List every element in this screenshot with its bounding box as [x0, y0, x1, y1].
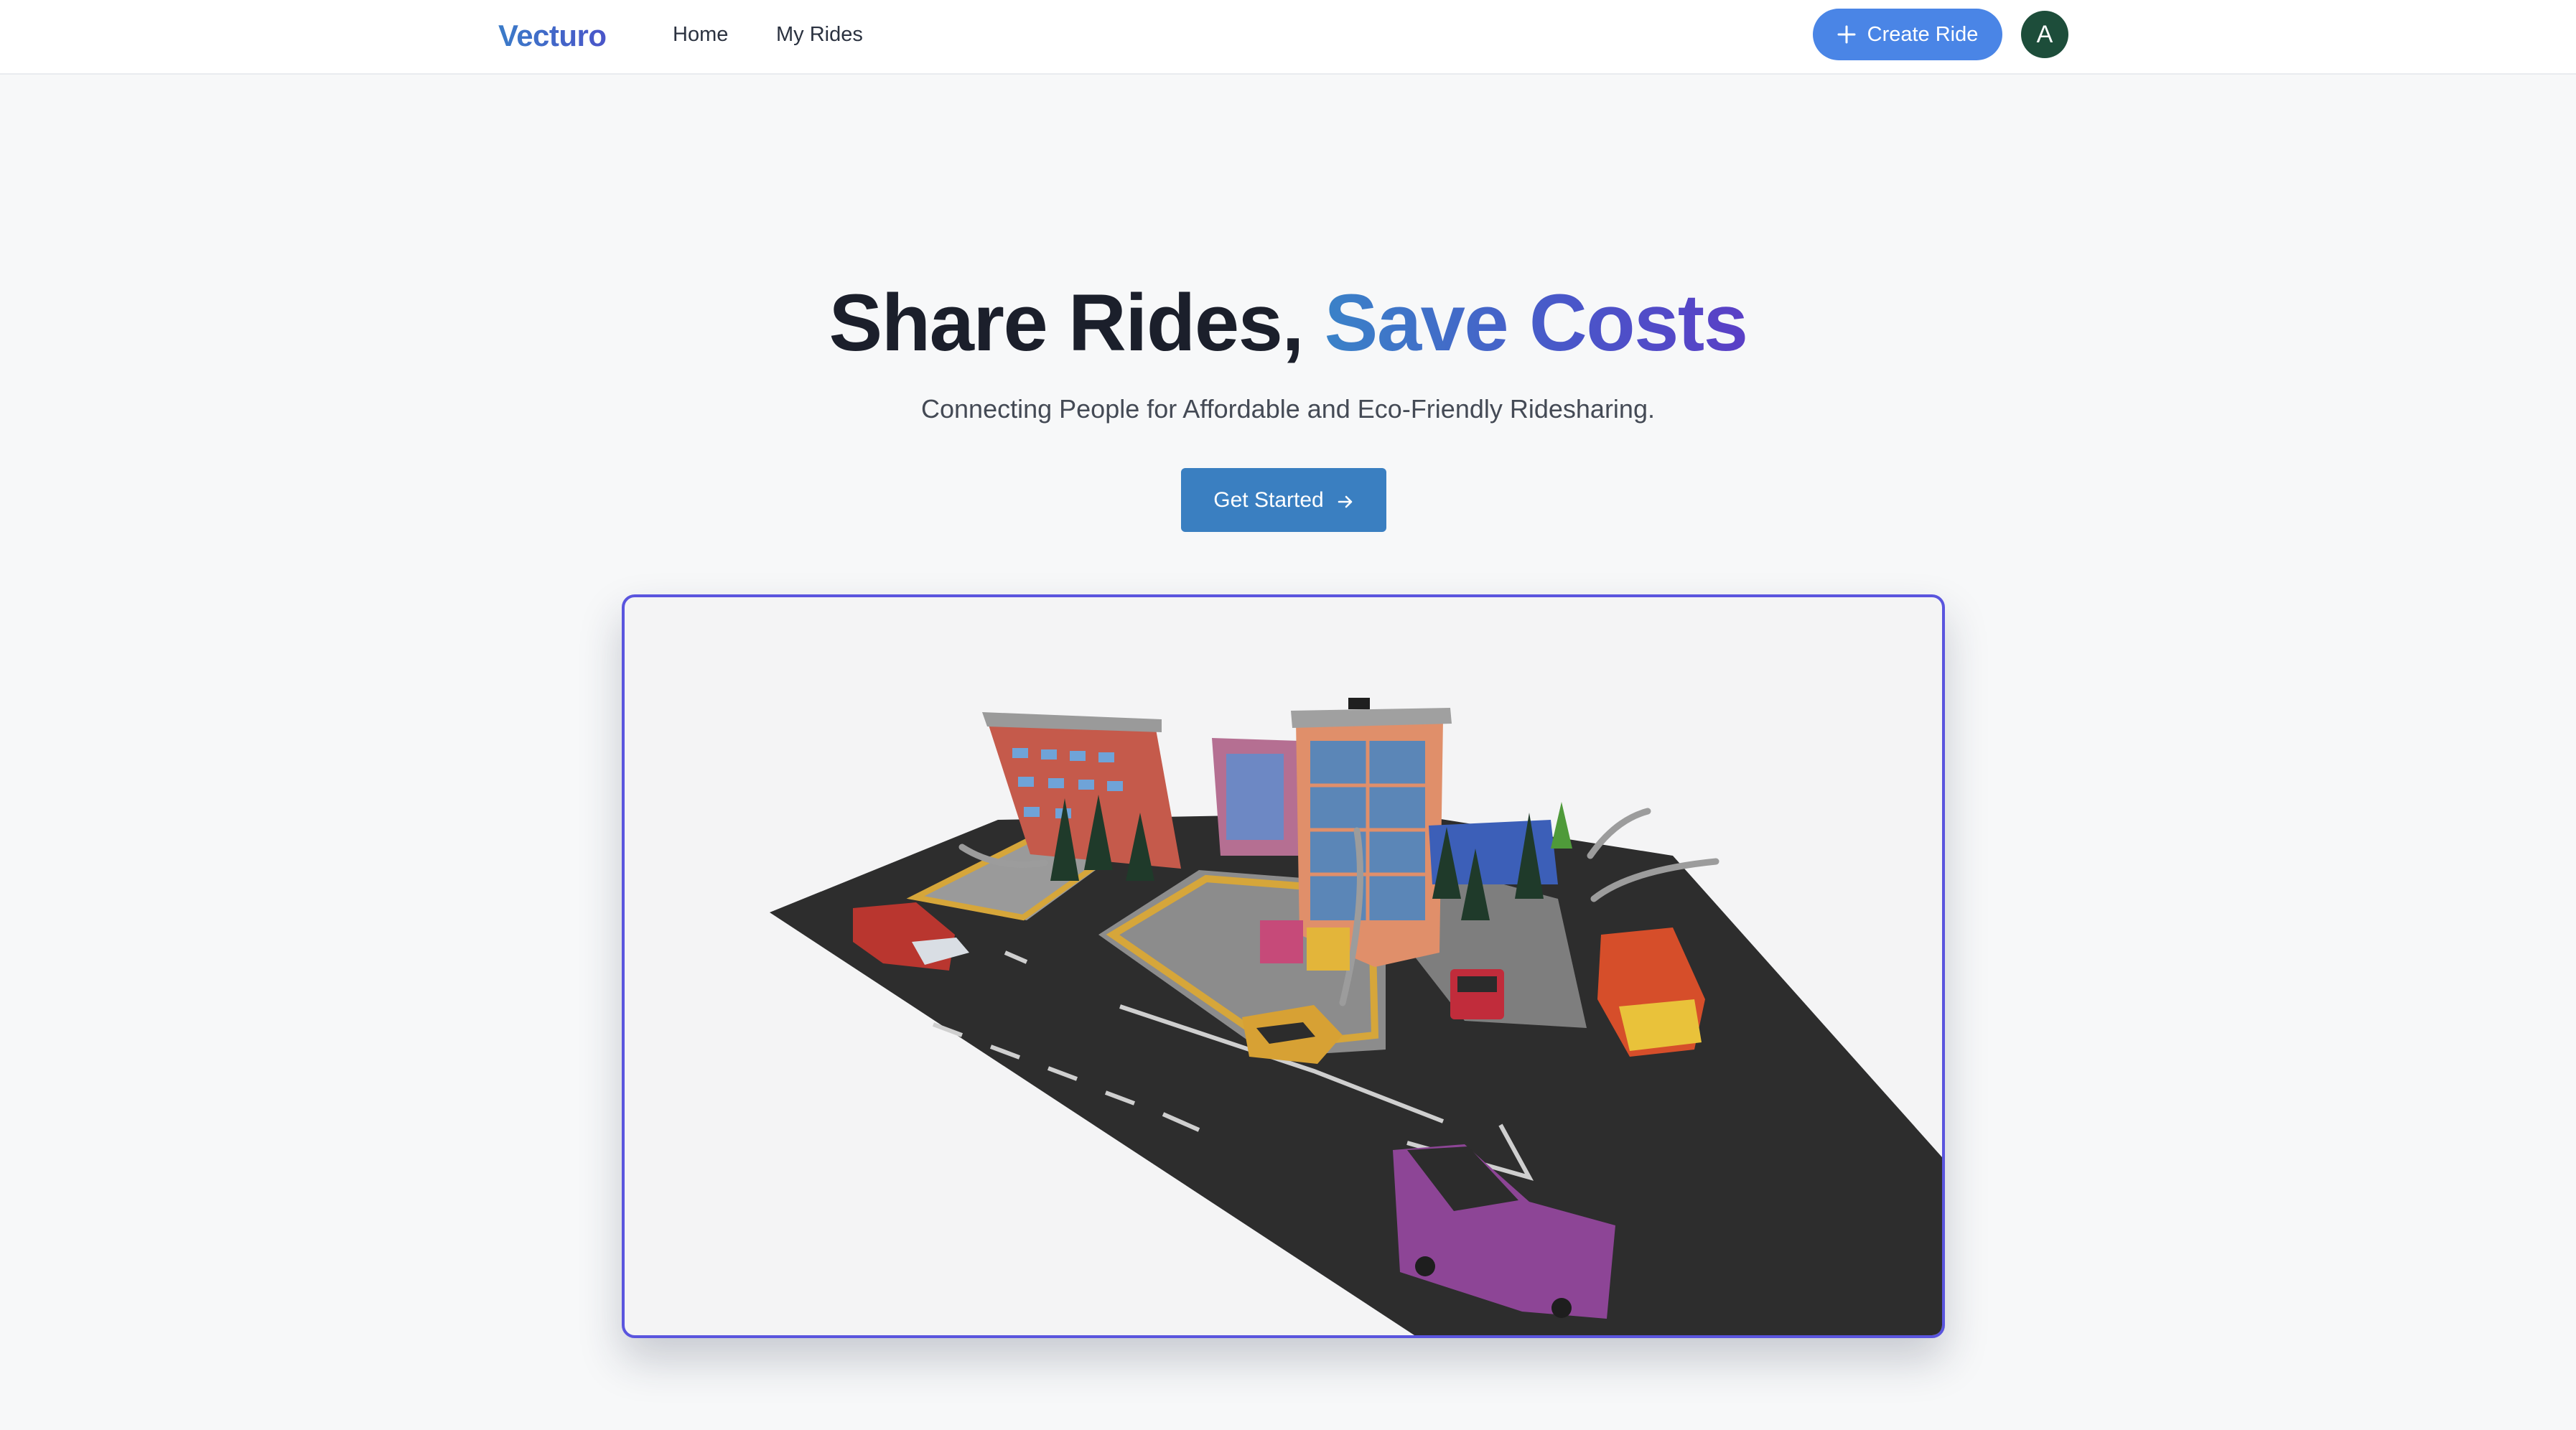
get-started-label: Get Started [1213, 487, 1324, 512]
hero-title: Share Rides, Save Costs [0, 273, 2576, 373]
brand-logo[interactable]: Vecturo [498, 16, 607, 56]
user-avatar[interactable]: A [2021, 11, 2068, 58]
get-started-button[interactable]: Get Started [1181, 468, 1386, 532]
create-ride-button[interactable]: Create Ride [1813, 9, 2002, 60]
top-navbar: Vecturo Home My Rides Create Ride A [0, 0, 2576, 75]
plus-icon [1837, 25, 1856, 44]
city-scene-card[interactable] [622, 594, 1945, 1338]
hero-title-accent: Save Costs [1324, 278, 1748, 368]
arrow-right-icon [1337, 492, 1354, 509]
city-scene-illustration [770, 698, 1942, 1335]
nav-link-my-rides[interactable]: My Rides [776, 19, 863, 50]
hero-subtitle: Connecting People for Affordable and Eco… [921, 394, 1655, 424]
create-ride-label: Create Ride [1867, 22, 1979, 46]
hero-title-main: Share Rides, [829, 278, 1325, 368]
nav-link-home[interactable]: Home [673, 19, 728, 50]
